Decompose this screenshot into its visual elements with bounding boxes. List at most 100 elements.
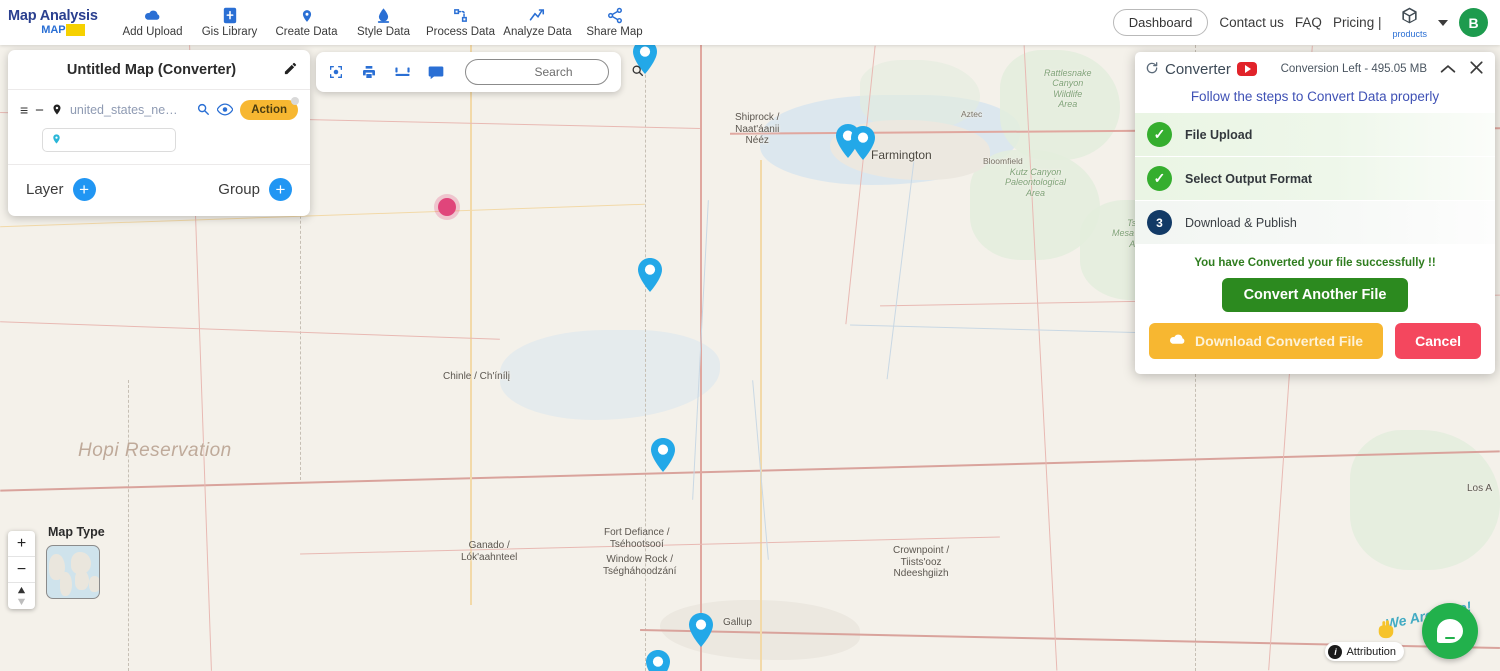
layer-name[interactable]: united_states_ne… [70, 103, 189, 117]
process-icon [452, 7, 469, 24]
map-pin-marker[interactable] [850, 126, 876, 160]
close-icon[interactable] [1469, 60, 1484, 78]
chat-bubble-icon [1437, 619, 1463, 643]
zoom-out-button[interactable]: − [8, 557, 35, 583]
dashboard-button[interactable]: Dashboard [1113, 9, 1209, 36]
layer-row[interactable]: ≡ − united_states_ne… Action [18, 96, 300, 124]
map-type-control: Map Type [46, 525, 105, 599]
converter-step-label: Select Output Format [1185, 172, 1312, 186]
map-pin-marker[interactable] [650, 438, 676, 472]
drag-handle-icon[interactable]: ≡ [20, 103, 28, 117]
comment-icon[interactable] [428, 65, 444, 80]
remove-layer-icon[interactable]: − [35, 103, 44, 118]
nav-item-gis-library[interactable]: Gis Library [191, 7, 268, 38]
map-type-thumbnail[interactable] [46, 545, 100, 599]
map-pin-icon [300, 7, 314, 24]
refresh-icon[interactable] [1145, 61, 1159, 78]
symbol-preview-box[interactable] [42, 128, 176, 152]
nav-item-create-data[interactable]: Create Data [268, 7, 345, 38]
paint-drop-icon [375, 7, 392, 24]
nav-item-share-map[interactable]: Share Map [576, 7, 653, 38]
converter-panel: Converter Conversion Left - 495.05 MB Fo… [1135, 52, 1495, 374]
zoom-controls: + − [8, 531, 35, 609]
converter-step-label: Download & Publish [1185, 216, 1297, 230]
measure-icon[interactable] [394, 65, 411, 80]
zoom-in-button[interactable]: + [8, 531, 35, 557]
add-layer-button[interactable]: + [73, 178, 96, 201]
nav-item-add-upload[interactable]: Add Upload [114, 7, 191, 38]
nav-item-label: Style Data [357, 26, 410, 38]
print-icon[interactable] [361, 64, 377, 80]
nav-item-process-data[interactable]: Process Data [422, 7, 499, 38]
map-pin-marker[interactable] [688, 613, 714, 647]
locate-target-icon[interactable] [328, 64, 344, 80]
nav-item-label: Share Map [586, 26, 642, 38]
contact-us-link[interactable]: Contact us [1219, 15, 1284, 30]
logo-subtitle: MAPOG [8, 24, 110, 36]
eye-icon[interactable] [217, 103, 233, 118]
layer-panel-header: Untitled Map (Converter) [8, 50, 310, 89]
cloud-download-icon [1169, 333, 1186, 349]
avatar[interactable]: B [1459, 8, 1488, 37]
app-logo[interactable]: Map Analysis MAPOG [0, 9, 110, 36]
nav-item-label: Add Upload [122, 26, 182, 38]
map-pin-icon [51, 102, 63, 119]
check-icon: ✓ [1147, 166, 1172, 191]
faq-link[interactable]: FAQ [1295, 15, 1322, 30]
action-button[interactable]: Action [240, 100, 298, 120]
pencil-icon[interactable] [283, 61, 298, 79]
chevron-down-icon[interactable] [1438, 20, 1448, 26]
search-icon[interactable] [631, 64, 644, 80]
nav-item-style-data[interactable]: Style Data [345, 7, 422, 38]
chat-bubble-button[interactable] [1422, 603, 1478, 659]
convert-another-file-button[interactable]: Convert Another File [1222, 278, 1409, 312]
cube-icon [1400, 6, 1419, 28]
analyze-icon [529, 7, 547, 24]
main-nav: Add Upload Gis Library Create Data Style Da… [114, 7, 653, 38]
search-icon[interactable] [196, 102, 210, 118]
compass-icon[interactable] [8, 583, 35, 609]
share-icon [607, 7, 623, 24]
download-converted-file-button[interactable]: Download Converted File [1149, 323, 1383, 359]
info-icon: i [1328, 645, 1342, 659]
top-header: Map Analysis MAPOG Add Upload Gis Library… [0, 0, 1500, 45]
converter-steps: ✓File Upload ✓ Select Output Format 3Downlo… [1135, 113, 1495, 245]
add-layer-group[interactable]: Layer + [26, 178, 96, 201]
convert-another-row: Convert Another File [1135, 278, 1495, 323]
nav-item-analyze-data[interactable]: Analyze Data [499, 7, 576, 38]
nav-item-label: Gis Library [202, 26, 258, 38]
nav-item-label: Create Data [275, 26, 337, 38]
pointing-hand-icon [1375, 619, 1397, 645]
cancel-button[interactable]: Cancel [1395, 323, 1481, 359]
layer-list: ≡ − united_states_ne… Action [8, 89, 310, 164]
layer-sub-row [18, 124, 300, 152]
pricing-link[interactable]: Pricing | [1333, 15, 1382, 30]
converter-subtitle: Follow the steps to Convert Data properl… [1135, 85, 1495, 113]
success-message: You have Converted your file successfull… [1135, 245, 1495, 278]
search-input[interactable] [476, 65, 631, 79]
converter-step-label: File Upload [1185, 128, 1252, 142]
logo-title: Map Analysis [8, 9, 110, 24]
converter-action-row: Download Converted File Cancel [1135, 323, 1495, 374]
converter-step-3[interactable]: 3Download & Publish [1135, 201, 1495, 245]
map-pin-marker[interactable] [645, 650, 671, 671]
chevron-up-icon[interactable] [1440, 62, 1456, 77]
products-menu[interactable]: products [1392, 6, 1427, 39]
map-pin-marker[interactable] [637, 258, 663, 292]
marker-symbol-icon [51, 132, 62, 149]
download-label: Download Converted File [1195, 333, 1363, 349]
search-box[interactable] [465, 59, 609, 85]
attribution-label: Attribution [1346, 646, 1396, 658]
youtube-icon[interactable] [1237, 62, 1257, 76]
logo-map-text: MAP [41, 24, 65, 36]
map-dot-marker[interactable] [438, 198, 456, 216]
action-badge [291, 97, 299, 105]
map-type-label: Map Type [48, 525, 105, 539]
cloud-upload-icon [144, 7, 161, 24]
converter-step-1[interactable]: ✓File Upload [1135, 113, 1495, 157]
converter-step-2[interactable]: ✓ Select Output Format [1135, 157, 1495, 201]
app-root: Shiprock / Naat'áanii NéézFarmingtonAzte… [0, 0, 1500, 671]
add-group-button[interactable]: + [269, 178, 292, 201]
header-right-group: Dashboard Contact us FAQ Pricing | produ… [1113, 6, 1500, 39]
add-group-group[interactable]: Group + [218, 178, 292, 201]
